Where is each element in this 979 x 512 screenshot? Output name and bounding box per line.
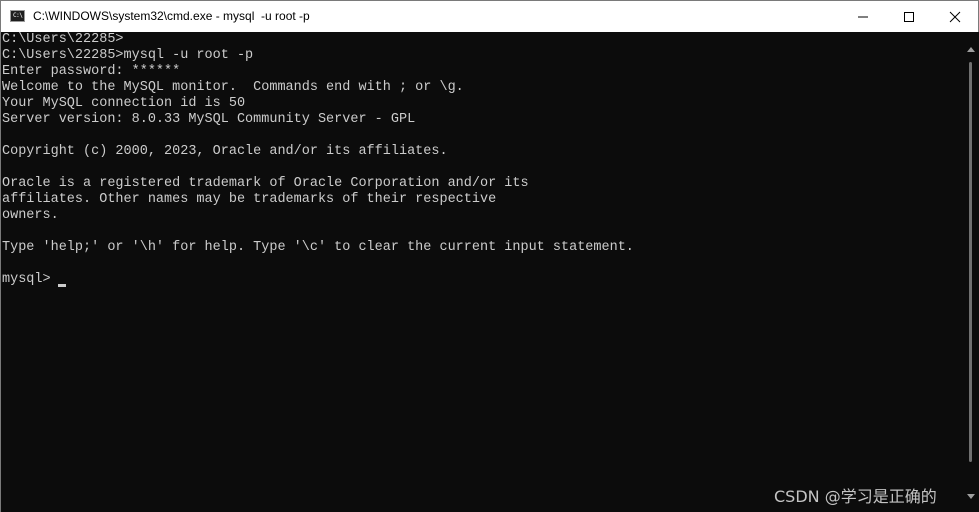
terminal-line: Copyright (c) 2000, 2023, Oracle and/or …: [2, 144, 448, 159]
terminal-line: owners.: [2, 208, 59, 223]
terminal-line: Your MySQL connection id is 50: [2, 96, 246, 111]
terminal-output[interactable]: C:\Users\22285> C:\Users\22285>mysql -u …: [1, 32, 963, 512]
terminal-line: C:\Users\22285>: [2, 32, 124, 47]
close-icon: [949, 11, 961, 22]
scroll-up-icon[interactable]: [967, 47, 975, 52]
maximize-icon: [904, 11, 914, 22]
terminal-line: C:\Users\22285>mysql -u root -p: [2, 48, 254, 63]
terminal-line: affiliates. Other names may be trademark…: [2, 192, 497, 207]
text-cursor: [58, 284, 66, 287]
window-title: C:\WINDOWS\system32\cmd.exe - mysql -u r…: [33, 9, 310, 23]
watermark: CSDN @学习是正确的: [774, 487, 937, 506]
minimize-icon: [858, 16, 868, 17]
mysql-prompt[interactable]: mysql>: [2, 272, 59, 288]
cmd-window: C:\ C:\WINDOWS\system32\cmd.exe - mysql …: [0, 0, 979, 512]
minimize-button[interactable]: [840, 1, 886, 32]
terminal-line: Type 'help;' or '\h' for help. Type '\c'…: [2, 240, 634, 255]
terminal-line: Server version: 8.0.33 MySQL Community S…: [2, 112, 416, 127]
terminal-line: Oracle is a registered trademark of Orac…: [2, 176, 529, 191]
terminal-line: Enter password: ******: [2, 64, 181, 79]
maximize-button[interactable]: [886, 1, 932, 32]
close-button[interactable]: [932, 1, 978, 32]
cmd-icon-text: C:\: [13, 12, 23, 19]
terminal-line: Welcome to the MySQL monitor. Commands e…: [2, 80, 464, 95]
scroll-down-icon[interactable]: [967, 494, 975, 499]
title-bar[interactable]: C:\ C:\WINDOWS\system32\cmd.exe - mysql …: [1, 1, 978, 32]
cmd-icon[interactable]: C:\: [10, 10, 25, 22]
scroll-thumb[interactable]: [969, 62, 972, 462]
vertical-scrollbar[interactable]: [963, 32, 979, 512]
